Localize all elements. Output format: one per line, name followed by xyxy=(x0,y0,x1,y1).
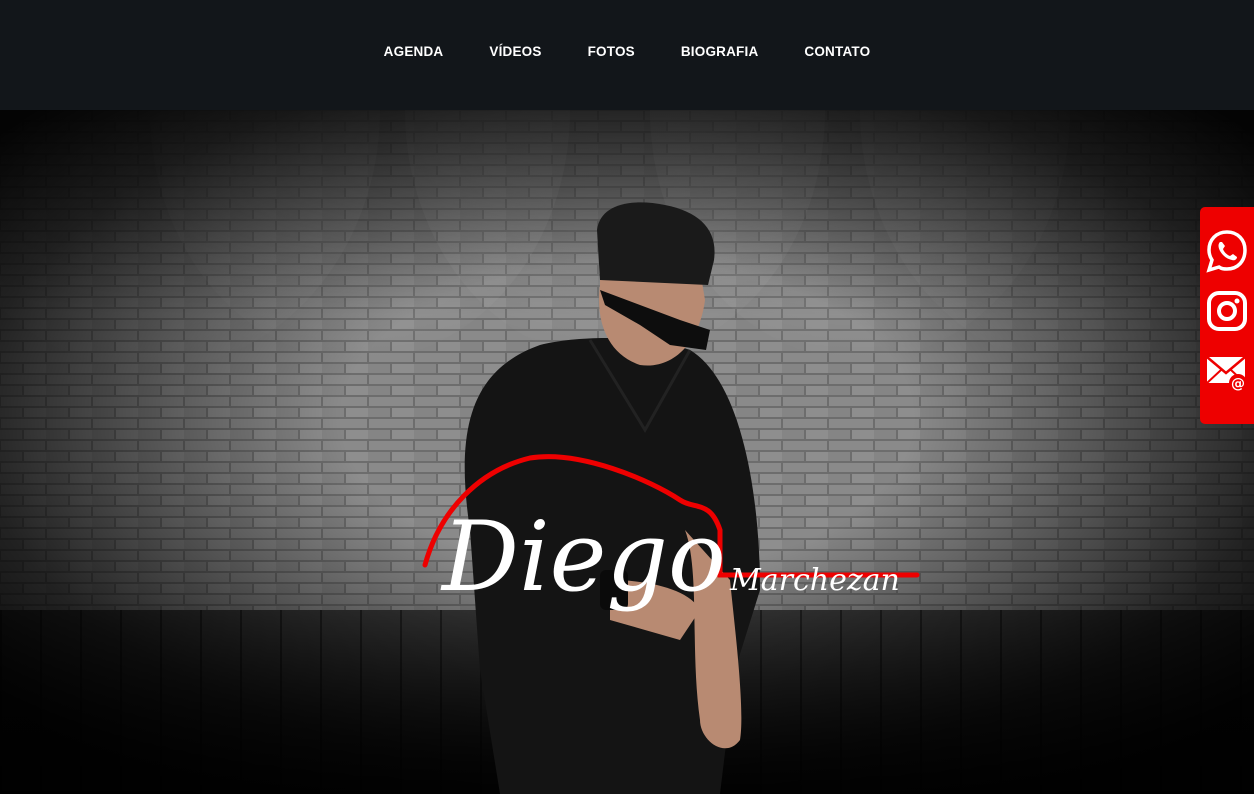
whatsapp-icon xyxy=(1206,230,1247,273)
nav-link-fotos[interactable]: FOTOS xyxy=(565,42,658,62)
logo-last-name: Marchezan xyxy=(729,563,900,598)
nav-link-agenda[interactable]: AGENDA xyxy=(361,42,467,62)
svg-text:@: @ xyxy=(1231,376,1245,392)
email-icon: @ xyxy=(1206,356,1247,392)
email-link[interactable]: @ xyxy=(1205,351,1249,395)
instagram-icon xyxy=(1207,291,1247,331)
nav-link-biografia[interactable]: BIOGRAFIA xyxy=(658,42,782,62)
hero-banner: Diego Marchezan xyxy=(0,110,1254,794)
top-navigation-bar: AGENDA VÍDEOS FOTOS BIOGRAFIA CONTATO xyxy=(0,0,1254,110)
nav-link-videos[interactable]: VÍDEOS xyxy=(466,42,564,62)
artist-logo: Diego Marchezan xyxy=(422,454,920,613)
social-sidebar: @ xyxy=(1200,207,1254,424)
instagram-link[interactable] xyxy=(1205,289,1249,333)
logo-first-name: Diego xyxy=(440,501,726,613)
nav-link-contato[interactable]: CONTATO xyxy=(781,42,893,62)
main-nav: AGENDA VÍDEOS FOTOS BIOGRAFIA CONTATO xyxy=(0,0,1254,110)
whatsapp-link[interactable] xyxy=(1205,229,1249,273)
